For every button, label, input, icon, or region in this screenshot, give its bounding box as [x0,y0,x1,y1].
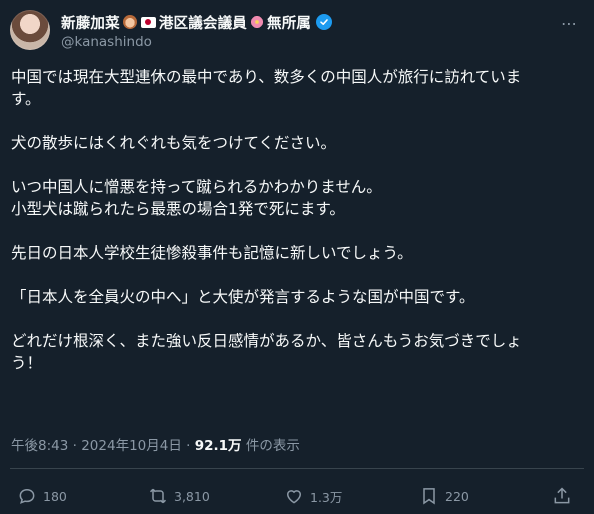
text-line: いつ中国人に憎悪を持って蹴られるかわかりません。 [11,178,382,196]
like-button[interactable]: 1.3万 [284,478,342,514]
share-icon [554,487,570,504]
action-bar: 180 3,810 1.3万 220 [0,478,594,514]
cherry-blossom-icon [250,15,265,29]
paragraph-2: 犬の散歩にはくれぐれも気をつけてください。 [11,132,579,154]
text-line: 中国では現在大型連休の最中であり、数多くの中国人が旅行に訪れていま [11,68,522,86]
dog-emoji-icon [122,15,137,29]
display-name-part-3: 無所属 [267,15,312,32]
post-text: 中国では現在大型連休の最中であり、数多くの中国人が旅行に訪れていま す。 犬の散… [11,66,579,396]
display-name-part-2: 港区議会議員 [158,15,248,32]
japan-flag-icon [140,16,156,28]
like-count: 1.3万 [310,489,343,505]
paragraph-5: 「日本人を全員火の中へ」と大使が発言するような国が中国です。 [11,286,579,308]
text-line: 小型犬は蹴られたら最悪の場合1発で死にます。 [11,200,345,218]
separator: · [72,438,82,454]
text-line: 先日の日本人学校生徒惨殺事件も記憶に新しいでしょう。 [11,244,413,262]
paragraph-3: いつ中国人に憎悪を持って蹴られるかわかりません。 小型犬は蹴られたら最悪の場合1… [11,176,579,220]
heart-icon [286,490,302,504]
verified-badge-icon [316,14,333,30]
divider [10,468,584,469]
reply-count: 180 [43,488,67,504]
repost-count: 3,810 [174,488,210,504]
more-options-button[interactable]: ⋯ [558,12,580,34]
post-header: 新藤加菜 港区議会議員 無所属 @kanashindo [10,8,584,52]
user-handle[interactable]: @kanashindo [61,34,152,50]
view-count-label: 件の表示 [245,438,300,454]
display-name-part-1: 新藤加菜 [61,15,120,32]
repost-icon [149,488,167,504]
text-line: す。 [11,90,41,108]
text-line: どれだけ根深く、また強い反日感情があるか、皆さんもうお気づきでしょ [11,332,522,350]
repost-button[interactable]: 3,810 [148,478,210,514]
post-date[interactable]: 2024年10月4日 [81,438,182,454]
paragraph-1: 中国では現在大型連休の最中であり、数多くの中国人が旅行に訪れていま す。 [11,66,579,110]
paragraph-6: どれだけ根深く、また強い反日感情があるか、皆さんもうお気づきでしょ う！ [11,330,579,374]
post-card: 新藤加菜 港区議会議員 無所属 @kanashindo ⋯ 中国では現在大型連休… [0,0,594,514]
reply-button[interactable]: 180 [17,478,67,514]
paragraph-4: 先日の日本人学校生徒惨殺事件も記憶に新しいでしょう。 [11,242,579,264]
text-line: 犬の散歩にはくれぐれも気をつけてください。 [11,134,337,152]
text-line: 「日本人を全員火の中へ」と大使が発言するような国が中国です。 [11,288,475,306]
display-name[interactable]: 新藤加菜 港区議会議員 無所属 [61,13,333,32]
more-dots-icon: ⋯ [561,13,577,33]
bookmark-icon [423,488,435,505]
separator: · [186,438,195,454]
bookmark-count: 220 [445,488,469,504]
text-line: う！ [11,354,43,372]
share-button[interactable] [552,478,572,514]
post-time[interactable]: 午後8:43 [11,438,68,454]
post-meta: 午後8:43 · 2024年10月4日 · 92.1万 件の表示 [11,434,300,454]
view-count[interactable]: 92.1万 [195,438,242,454]
reply-icon [19,488,35,504]
avatar[interactable] [10,10,50,50]
bookmark-button[interactable]: 220 [419,478,469,514]
